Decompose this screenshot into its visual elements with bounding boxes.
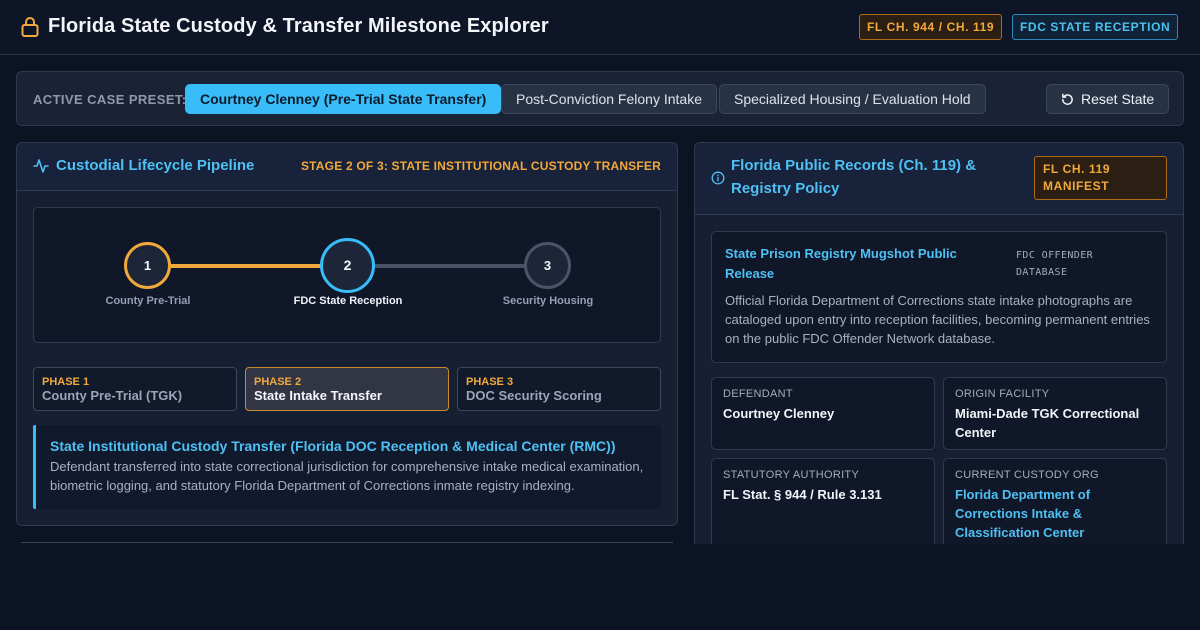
stage-detail-body: Defendant transferred into state correct… [50, 459, 644, 493]
section-divider [21, 542, 673, 543]
step-connector-completed [148, 264, 348, 268]
step-2-node[interactable]: 2 [320, 238, 375, 293]
phase-tab-2[interactable]: PHASE 2 State Intake Transfer [245, 367, 449, 411]
info-icon [711, 171, 725, 185]
step-1-node[interactable]: 1 [124, 242, 171, 289]
release-title: State Prison Registry Mugshot Public Rel… [725, 246, 957, 281]
release-source: FDC OFFENDER DATABASE [1016, 250, 1094, 278]
preset-label: ACTIVE CASE PRESET: [33, 92, 187, 107]
statute-badge: FL CH. 944 / CH. 119 [859, 14, 1003, 40]
milestone-stepper: 1 2 3 County Pre-Trial FDC State Recepti… [33, 207, 661, 343]
activity-icon [33, 159, 49, 173]
step-2-caption: FDC State Reception [293, 295, 403, 307]
defendant-card: DEFENDANT Courtney Clenney [711, 377, 935, 450]
manifest-badge: FL CH. 119 MANIFEST [1034, 156, 1167, 200]
step-1-caption: County Pre-Trial [105, 295, 191, 307]
records-header: Florida Public Records (Ch. 119) & Regis… [695, 143, 1183, 215]
phase-3-tag: PHASE 3 [466, 376, 514, 388]
stage-detail-card: State Institutional Custody Transfer (Fl… [33, 425, 661, 509]
defendant-value: Courtney Clenney [723, 406, 835, 421]
step-3-caption: Security Housing [502, 295, 594, 307]
app-title: Florida State Custody & Transfer Milesto… [48, 15, 549, 37]
origin-facility-label: ORIGIN FACILITY [955, 388, 1050, 400]
statutory-authority-label: STATUTORY AUTHORITY [723, 469, 860, 481]
phase-2-tag: PHASE 2 [254, 376, 302, 388]
phase-3-name: DOC Security Scoring [466, 388, 602, 403]
lock-icon [21, 17, 39, 37]
reset-state-label: Reset State [1081, 91, 1155, 107]
records-title: Florida Public Records (Ch. 119) & Regis… [731, 157, 977, 197]
reception-badge: FDC STATE RECEPTION [1012, 14, 1179, 40]
phase-2-name: State Intake Transfer [254, 388, 382, 403]
public-records-panel: Florida Public Records (Ch. 119) & Regis… [694, 142, 1184, 544]
stage-detail-title: State Institutional Custody Transfer (Fl… [50, 438, 616, 454]
custody-org-card: CURRENT CUSTODY ORG Florida Department o… [943, 458, 1167, 544]
pipeline-title: Custodial Lifecycle Pipeline [56, 157, 255, 174]
stage-indicator: STAGE 2 OF 3: STATE INSTITUTIONAL CUSTOD… [300, 159, 661, 173]
statutory-authority-card: STATUTORY AUTHORITY FL Stat. § 944 / Rul… [711, 458, 935, 544]
step-3-node[interactable]: 3 [524, 242, 571, 289]
step-connector-pending [348, 264, 548, 268]
custody-org-value: Florida Department of Corrections Intake… [955, 487, 1091, 540]
phase-tab-3[interactable]: PHASE 3 DOC Security Scoring [457, 367, 661, 411]
origin-facility-value: Miami-Dade TGK Correctional Center [955, 406, 1140, 440]
preset-button-specialized-housing[interactable]: Specialized Housing / Evaluation Hold [719, 84, 986, 114]
preset-button-clenney[interactable]: Courtney Clenney (Pre-Trial State Transf… [185, 84, 502, 114]
lifecycle-pipeline-panel: Custodial Lifecycle Pipeline STAGE 2 OF … [16, 142, 678, 526]
preset-button-post-conviction[interactable]: Post-Conviction Felony Intake [501, 84, 717, 114]
top-bar: Florida State Custody & Transfer Milesto… [0, 0, 1200, 55]
phase-tab-1[interactable]: PHASE 1 County Pre-Trial (TGK) [33, 367, 237, 411]
custody-org-label: CURRENT CUSTODY ORG [955, 469, 1099, 481]
mugshot-release-card: State Prison Registry Mugshot Public Rel… [711, 231, 1167, 363]
reset-state-button[interactable]: Reset State [1046, 84, 1170, 114]
case-preset-bar: ACTIVE CASE PRESET: Courtney Clenney (Pr… [16, 71, 1184, 126]
defendant-label: DEFENDANT [723, 388, 793, 400]
phase-1-tag: PHASE 1 [42, 376, 90, 388]
phase-1-name: County Pre-Trial (TGK) [42, 388, 183, 403]
origin-facility-card: ORIGIN FACILITY Miami-Dade TGK Correctio… [943, 377, 1167, 450]
statutory-authority-value: FL Stat. § 944 / Rule 3.131 [723, 487, 882, 502]
release-body: Official Florida Department of Correctio… [725, 293, 1150, 346]
pipeline-header: Custodial Lifecycle Pipeline STAGE 2 OF … [17, 143, 677, 191]
refresh-icon [1062, 93, 1073, 105]
